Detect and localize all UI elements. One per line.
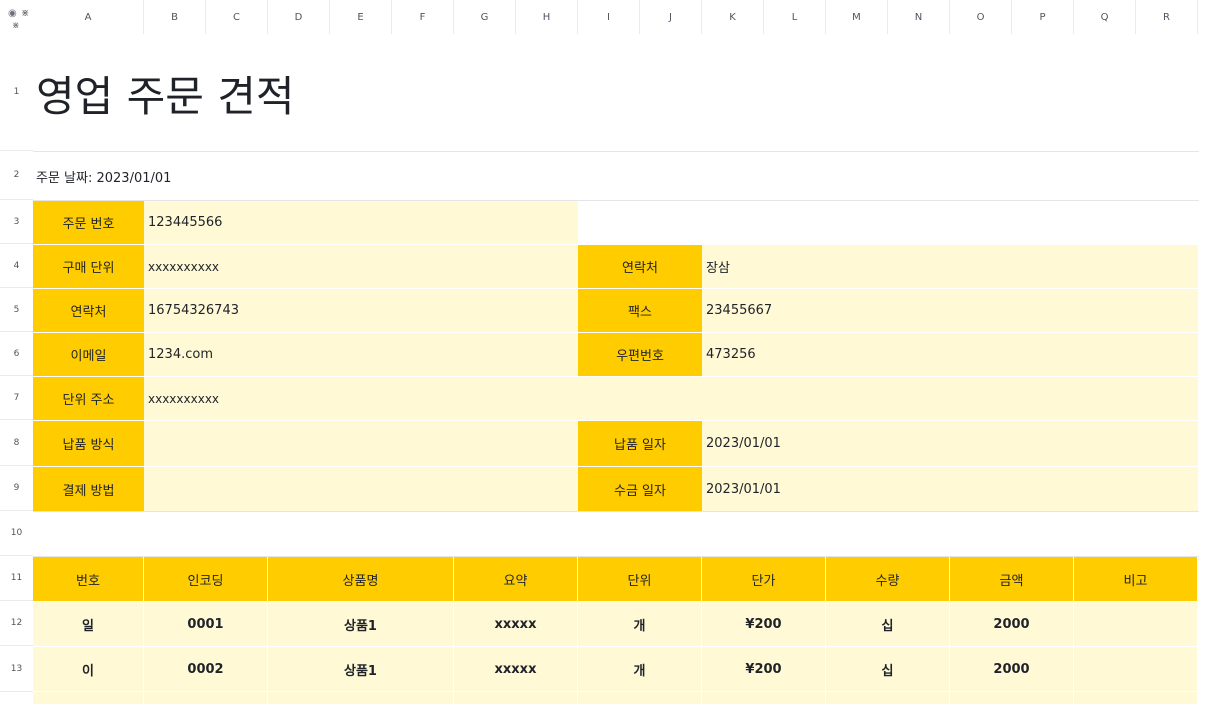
row-header-13[interactable]: 13 <box>0 646 33 692</box>
table-header-cell: 상품명 <box>268 557 453 601</box>
column-header-p[interactable]: P <box>1012 0 1074 34</box>
buyer-label: 구매 단위 <box>33 245 144 288</box>
table-header-cell: 비고 <box>1074 557 1197 601</box>
table-cell[interactable]: xxxxx <box>454 602 577 646</box>
delivery-method-value[interactable] <box>144 421 578 466</box>
column-header-e[interactable]: E <box>330 0 392 34</box>
table-header-cell: 수량 <box>826 557 949 601</box>
column-header-m[interactable]: M <box>826 0 888 34</box>
eye-icon[interactable]: ◉ <box>8 8 17 19</box>
table-cell[interactable]: 0001 <box>144 602 267 646</box>
table-header-cell: 금액 <box>950 557 1073 601</box>
postal-label: 우편번호 <box>578 333 702 376</box>
column-header-b[interactable]: B <box>144 0 206 34</box>
payment-method-value[interactable] <box>144 467 578 511</box>
delivery-method-label: 납품 방식 <box>33 421 144 466</box>
payment-date-label: 수금 일자 <box>578 467 702 511</box>
sheet-corner[interactable]: ◉ ⋇ ⋇ <box>2 2 32 32</box>
table-header-cell: 번호 <box>33 557 143 601</box>
payment-date-value[interactable]: 2023/01/01 <box>702 467 1198 511</box>
fax-value[interactable]: 23455667 <box>702 289 1198 332</box>
table-cell[interactable]: 십 <box>826 602 949 646</box>
column-header-h[interactable]: H <box>516 0 578 34</box>
expand-icon[interactable]: ⋇ <box>12 21 20 31</box>
table-cell[interactable]: ¥200 <box>702 647 825 691</box>
table-cell[interactable]: 이 <box>33 647 143 691</box>
postal-value[interactable]: 473256 <box>702 333 1198 376</box>
row-header-6[interactable]: 6 <box>0 332 33 376</box>
column-header-a[interactable]: A <box>33 0 144 34</box>
order-date: 주문 날짜: 2023/01/01 <box>36 170 172 186</box>
table-cell[interactable]: 개 <box>578 647 701 691</box>
contact-phone-value[interactable]: 16754326743 <box>144 289 578 332</box>
order-no-label: 주문 번호 <box>33 201 144 244</box>
row-header-2[interactable]: 2 <box>0 151 33 200</box>
address-value[interactable]: xxxxxxxxxx <box>144 377 1198 420</box>
row-header-7[interactable]: 7 <box>0 376 33 420</box>
table-cell[interactable]: 상품1 <box>268 647 453 691</box>
column-header-j[interactable]: J <box>640 0 702 34</box>
page-title: 영업 주문 견적 <box>36 71 295 121</box>
column-header-g[interactable]: G <box>454 0 516 34</box>
table-cell[interactable]: ¥200 <box>702 602 825 646</box>
table-header-cell: 인코딩 <box>144 557 267 601</box>
delivery-date-value[interactable]: 2023/01/01 <box>702 421 1198 466</box>
table-cell[interactable] <box>1074 647 1197 691</box>
column-header-f[interactable]: F <box>392 0 454 34</box>
table-cell[interactable]: 2000 <box>950 647 1073 691</box>
table-header-cell: 요약 <box>454 557 577 601</box>
row-header-4[interactable]: 4 <box>0 244 33 288</box>
contact-label-left: 연락처 <box>33 289 144 332</box>
column-header-q[interactable]: Q <box>1074 0 1136 34</box>
row-header-11[interactable]: 11 <box>0 556 33 601</box>
table-cell[interactable]: xxxxx <box>454 647 577 691</box>
table-cell[interactable] <box>454 692 577 704</box>
row-header-9[interactable]: 9 <box>0 466 33 511</box>
table-cell[interactable] <box>1074 602 1197 646</box>
fax-label: 팩스 <box>578 289 702 332</box>
table-cell[interactable]: 2000 <box>950 602 1073 646</box>
table-cell[interactable] <box>33 692 143 704</box>
table-cell[interactable]: 개 <box>578 602 701 646</box>
table-header-cell: 단위 <box>578 557 701 601</box>
email-label: 이메일 <box>33 333 144 376</box>
row-header-10[interactable]: 10 <box>0 511 33 556</box>
address-label: 단위 주소 <box>33 377 144 420</box>
column-header-i[interactable]: I <box>578 0 640 34</box>
column-header-o[interactable]: O <box>950 0 1012 34</box>
row-header-5[interactable]: 5 <box>0 288 33 332</box>
table-cell[interactable]: 일 <box>33 602 143 646</box>
buyer-value[interactable]: xxxxxxxxxx <box>144 245 578 288</box>
table-cell[interactable]: 0002 <box>144 647 267 691</box>
column-header-r[interactable]: R <box>1136 0 1198 34</box>
table-cell[interactable] <box>950 692 1073 704</box>
table-header-cell: 단가 <box>702 557 825 601</box>
table-cell[interactable]: 십 <box>826 647 949 691</box>
column-header-c[interactable]: C <box>206 0 268 34</box>
freeze-icon[interactable]: ⋇ <box>21 8 29 19</box>
column-header-l[interactable]: L <box>764 0 826 34</box>
table-cell[interactable] <box>578 692 701 704</box>
table-cell[interactable]: 상품1 <box>268 602 453 646</box>
column-header-d[interactable]: D <box>268 0 330 34</box>
contact-person-value[interactable]: 장삼 <box>702 245 1198 288</box>
row-header-3[interactable]: 3 <box>0 200 33 244</box>
column-header-k[interactable]: K <box>702 0 764 34</box>
table-cell[interactable] <box>702 692 825 704</box>
table-cell[interactable] <box>144 692 267 704</box>
column-header-n[interactable]: N <box>888 0 950 34</box>
row-header-8[interactable]: 8 <box>0 420 33 466</box>
table-cell[interactable] <box>1074 692 1197 704</box>
payment-method-label: 결제 방법 <box>33 467 144 511</box>
row-header-12[interactable]: 12 <box>0 601 33 646</box>
order-no-value[interactable]: 123445566 <box>144 201 578 244</box>
email-value[interactable]: 1234.com <box>144 333 578 376</box>
table-cell[interactable] <box>268 692 453 704</box>
delivery-date-label: 납품 일자 <box>578 421 702 466</box>
contact-label-right: 연락처 <box>578 245 702 288</box>
table-cell[interactable] <box>826 692 949 704</box>
row-header-1[interactable]: 1 <box>0 34 33 151</box>
